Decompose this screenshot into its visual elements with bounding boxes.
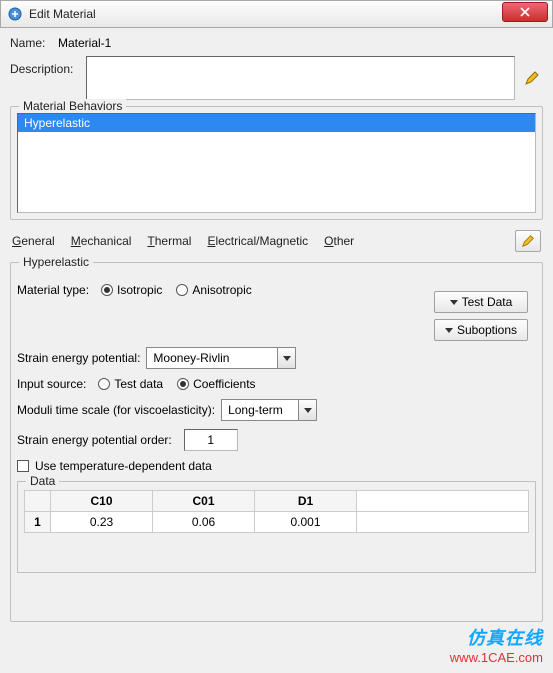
- name-row: Name: Material-1: [10, 36, 543, 50]
- title-bar: Edit Material: [0, 0, 553, 28]
- hyperelastic-legend: Hyperelastic: [19, 255, 93, 269]
- order-row: Strain energy potential order: 1: [17, 429, 536, 451]
- input-source-row: Input source: Test data Coefficients: [17, 377, 536, 391]
- tab-general[interactable]: General: [12, 234, 55, 248]
- dropdown-arrow-icon: [277, 348, 295, 368]
- tab-other[interactable]: Other: [324, 234, 354, 248]
- test-data-radio[interactable]: [98, 378, 110, 390]
- name-value: Material-1: [58, 36, 111, 50]
- close-button[interactable]: [502, 2, 548, 22]
- data-legend: Data: [26, 474, 59, 488]
- window-title: Edit Material: [29, 7, 502, 21]
- suboptions-button[interactable]: Suboptions: [434, 319, 528, 341]
- tab-mechanical[interactable]: Mechanical: [71, 234, 132, 248]
- test-data-label: Test Data: [462, 295, 513, 309]
- strain-potential-select[interactable]: Mooney-Rivlin: [146, 347, 296, 369]
- coefficients-radio[interactable]: [177, 378, 189, 390]
- edit-behavior-button[interactable]: [515, 230, 541, 252]
- material-type-label: Material type:: [17, 283, 89, 297]
- moduli-select[interactable]: Long-term: [221, 399, 317, 421]
- order-input[interactable]: 1: [184, 429, 238, 451]
- description-label: Description:: [10, 56, 86, 76]
- temp-dep-checkbox[interactable]: [17, 460, 29, 472]
- dropdown-arrow-icon: [298, 400, 316, 420]
- app-icon: [7, 6, 23, 22]
- tab-thermal[interactable]: Thermal: [147, 234, 191, 248]
- behaviors-list[interactable]: Hyperelastic: [17, 113, 536, 213]
- isotropic-radio[interactable]: [101, 284, 113, 296]
- moduli-value: Long-term: [228, 403, 283, 417]
- hyperelastic-fieldset: Hyperelastic Test Data Suboptions Materi…: [10, 262, 543, 622]
- header-rownum: [25, 491, 51, 511]
- header-c01: C01: [153, 491, 255, 511]
- moduli-label: Moduli time scale (for viscoelasticity):: [17, 403, 215, 417]
- anisotropic-label: Anisotropic: [192, 283, 251, 297]
- cell-d1[interactable]: 0.001: [255, 512, 357, 532]
- description-input[interactable]: [86, 56, 515, 100]
- temp-dep-label: Use temperature-dependent data: [35, 459, 212, 473]
- description-row: Description:: [10, 56, 543, 100]
- header-d1: D1: [255, 491, 357, 511]
- table-row[interactable]: 1 0.23 0.06 0.001: [24, 512, 529, 533]
- material-behaviors-fieldset: Material Behaviors Hyperelastic: [10, 106, 543, 220]
- table-header: C10 C01 D1: [24, 490, 529, 512]
- watermark-line1: 仿真在线: [450, 624, 543, 650]
- order-label: Strain energy potential order:: [17, 433, 172, 447]
- cell-c10[interactable]: 0.23: [51, 512, 153, 532]
- anisotropic-radio[interactable]: [176, 284, 188, 296]
- strain-potential-value: Mooney-Rivlin: [153, 351, 229, 365]
- data-fieldset: Data C10 C01 D1 1 0.23 0.06 0.001: [17, 481, 536, 573]
- watermark: 仿真在线 www.1CAE.com: [450, 624, 543, 665]
- behavior-item-hyperelastic[interactable]: Hyperelastic: [18, 114, 535, 132]
- caret-down-icon: [450, 300, 458, 305]
- suboptions-label: Suboptions: [457, 323, 517, 337]
- tab-electrical[interactable]: Electrical/Magnetic: [207, 234, 308, 248]
- edit-description-button[interactable]: [521, 67, 543, 89]
- isotropic-label: Isotropic: [117, 283, 162, 297]
- coefficients-label: Coefficients: [193, 377, 255, 391]
- input-source-label: Input source:: [17, 377, 86, 391]
- cell-c01[interactable]: 0.06: [153, 512, 255, 532]
- watermark-line2: www.1CAE.com: [450, 650, 543, 665]
- caret-down-icon: [445, 328, 453, 333]
- moduli-row: Moduli time scale (for viscoelasticity):…: [17, 399, 536, 421]
- strain-potential-label: Strain energy potential:: [17, 351, 140, 365]
- test-data-opt-label: Test data: [114, 377, 163, 391]
- strain-potential-row: Strain energy potential: Mooney-Rivlin: [17, 347, 536, 369]
- test-data-button[interactable]: Test Data: [434, 291, 528, 313]
- header-c10: C10: [51, 491, 153, 511]
- temp-dep-row: Use temperature-dependent data: [17, 459, 536, 473]
- category-menu: General Mechanical Thermal Electrical/Ma…: [10, 226, 543, 256]
- dialog-content: Name: Material-1 Description: Material B…: [0, 28, 553, 636]
- name-label: Name:: [10, 36, 54, 50]
- material-behaviors-legend: Material Behaviors: [19, 99, 126, 113]
- row-num: 1: [25, 512, 51, 532]
